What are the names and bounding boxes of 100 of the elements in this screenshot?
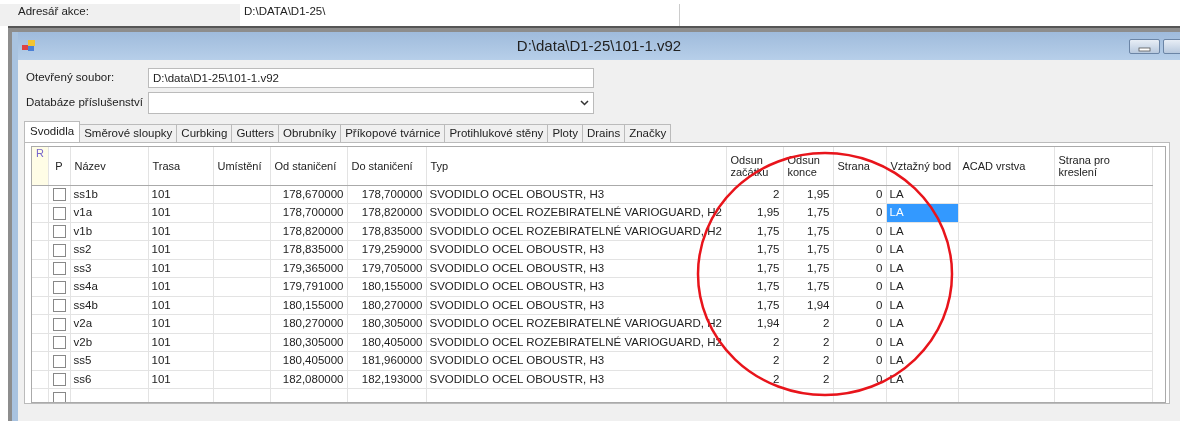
table-cell: 182,193000 <box>347 370 426 389</box>
table-cell: 101 <box>148 277 213 296</box>
tab[interactable]: Směrové sloupky <box>79 124 178 142</box>
column-header[interactable]: ACAD vrstva <box>958 147 1054 185</box>
table-cell: 101 <box>148 314 213 333</box>
column-header[interactable]: Název <box>70 147 148 185</box>
table-cell: 178,835000 <box>270 240 347 259</box>
table-cell: 178,700000 <box>270 203 347 222</box>
table-cell: 1,95 <box>726 203 783 222</box>
table-row[interactable]: ss4b 101 180,155000 180,270000 SVODIDLO OCEL OBOUSTR, H3 1,75 1,94 0 LA <box>32 296 1152 315</box>
table-cell: 101 <box>148 203 213 222</box>
table-cell: 1,75 <box>726 259 783 278</box>
window-title: D:\data\D1-25\101-1.v92 <box>516 35 682 56</box>
table-cell: 178,835000 <box>347 222 426 241</box>
table-cell: 101 <box>148 370 213 389</box>
checkbox[interactable] <box>52 280 66 294</box>
table-cell: ss5 <box>70 351 148 370</box>
table-cell: LA <box>886 240 958 259</box>
table-row[interactable]: ss1b 101 178,670000 178,700000 SVODIDLO OCEL OBOUSTR, H3 2 1,95 0 LA <box>32 185 1152 204</box>
checkbox[interactable] <box>52 262 66 276</box>
tab[interactable]: Příkopové tvárnice <box>340 124 446 142</box>
table-cell: 1,95 <box>783 185 833 204</box>
table-cell: SVODIDLO OCEL OBOUSTR, H3 <box>426 370 726 389</box>
table-row[interactable]: v1b 101 178,820000 178,835000 SVODIDLO OCEL ROZEBIRATELNÉ VARIOGUARD, H2 1,75 1,75 0 LA <box>32 222 1152 241</box>
table-cell: SVODIDLO OCEL OBOUSTR, H3 <box>426 277 726 296</box>
table-cell: 0 <box>833 259 886 278</box>
table-cell: LA <box>886 296 958 315</box>
checkbox[interactable] <box>52 225 66 239</box>
tab[interactable]: Curbking <box>176 124 233 142</box>
table-cell: 0 <box>833 185 886 204</box>
table-cell: 0 <box>833 240 886 259</box>
table-cell: SVODIDLO OCEL OBOUSTR, H3 <box>426 240 726 259</box>
table-cell: v1b <box>70 222 148 241</box>
tab[interactable]: Značky <box>624 124 672 142</box>
checkbox[interactable] <box>52 317 66 331</box>
tab[interactable]: Svodidla <box>24 121 81 142</box>
column-header[interactable]: Strana pro kreslení <box>1054 147 1152 185</box>
table-cell: 179,365000 <box>270 259 347 278</box>
column-header[interactable]: Do staničení <box>347 147 426 185</box>
checkbox[interactable] <box>52 243 66 257</box>
table-cell: 180,305000 <box>270 333 347 352</box>
tab[interactable]: Ploty <box>547 124 583 142</box>
table-cell: 179,259000 <box>347 240 426 259</box>
column-header[interactable]: P <box>48 147 70 185</box>
table-cell: 1,94 <box>726 314 783 333</box>
table-cell: 178,820000 <box>347 203 426 222</box>
checkbox[interactable] <box>52 188 66 202</box>
table-cell: 180,405000 <box>270 351 347 370</box>
table-row[interactable]: ss4a 101 179,791000 180,155000 SVODIDLO OCEL OBOUSTR, H3 1,75 1,75 0 LA <box>32 277 1152 296</box>
table-cell: v2a <box>70 314 148 333</box>
column-header[interactable]: Strana <box>833 147 886 185</box>
tab[interactable]: Protihlukové stěny <box>444 124 549 142</box>
table-cell: 178,700000 <box>347 185 426 204</box>
checkbox[interactable] <box>52 391 66 402</box>
checkbox[interactable] <box>52 336 66 350</box>
table-row[interactable]: ss2 101 178,835000 179,259000 SVODIDLO OCEL OBOUSTR, H3 1,75 1,75 0 LA <box>32 240 1152 259</box>
column-header[interactable]: Od staničení <box>270 147 347 185</box>
table-cell: LA <box>886 222 958 241</box>
table-cell: 0 <box>833 296 886 315</box>
table-cell: 178,670000 <box>270 185 347 204</box>
checkbox[interactable] <box>52 354 66 368</box>
checkbox[interactable] <box>52 299 66 313</box>
chevron-icon <box>580 100 589 106</box>
table-cell: 1,75 <box>783 259 833 278</box>
table-cell: SVODIDLO OCEL OBOUSTR, H3 <box>426 185 726 204</box>
table-cell: 181,960000 <box>347 351 426 370</box>
checkbox[interactable] <box>52 373 66 387</box>
table-cell: 0 <box>833 351 886 370</box>
tab[interactable]: Obrubníky <box>278 124 342 142</box>
column-header[interactable]: Trasa <box>148 147 213 185</box>
database-dropdown[interactable] <box>148 92 594 114</box>
table-cell: 101 <box>148 259 213 278</box>
table-row[interactable]: ss5 101 180,405000 181,960000 SVODIDLO OCEL OBOUSTR, H3 2 2 0 LA <box>32 351 1152 370</box>
table-cell: 2 <box>783 333 833 352</box>
table-row[interactable]: ss3 101 179,365000 179,705000 SVODIDLO OCEL OBOUSTR, H3 1,75 1,75 0 LA <box>32 259 1152 278</box>
table-cell: 1,75 <box>783 277 833 296</box>
table-cell: SVODIDLO OCEL OBOUSTR, H3 <box>426 351 726 370</box>
table-cell: v1a <box>70 203 148 222</box>
table-cell: 0 <box>833 314 886 333</box>
table-cell: 1,94 <box>783 296 833 315</box>
field-label: Databáze příslušenství <box>25 95 144 111</box>
table-cell: 180,155000 <box>347 277 426 296</box>
table-cell: LA <box>886 314 958 333</box>
table-cell: SVODIDLO OCEL OBOUSTR, H3 <box>426 296 726 315</box>
column-header[interactable]: Umístění <box>213 147 270 185</box>
table-cell: 2 <box>726 333 783 352</box>
table-cell: LA <box>886 185 958 204</box>
table-cell: 1,75 <box>726 277 783 296</box>
table-cell: ss4b <box>70 296 148 315</box>
checkbox[interactable] <box>52 206 66 220</box>
field-label: Otevřený soubor: <box>25 70 116 86</box>
file-field[interactable]: D:\data\D1-25\101-1.v92 <box>148 68 594 88</box>
table-cell: ss1b <box>70 185 148 204</box>
column-header[interactable]: Vztažný bod <box>886 147 958 185</box>
table-cell: 1,75 <box>726 296 783 315</box>
table-cell: LA <box>886 333 958 352</box>
column-header[interactable]: Typ <box>426 147 726 185</box>
table-cell: 0 <box>833 277 886 296</box>
table-cell: 101 <box>148 351 213 370</box>
minimize-button[interactable] <box>1129 39 1160 54</box>
